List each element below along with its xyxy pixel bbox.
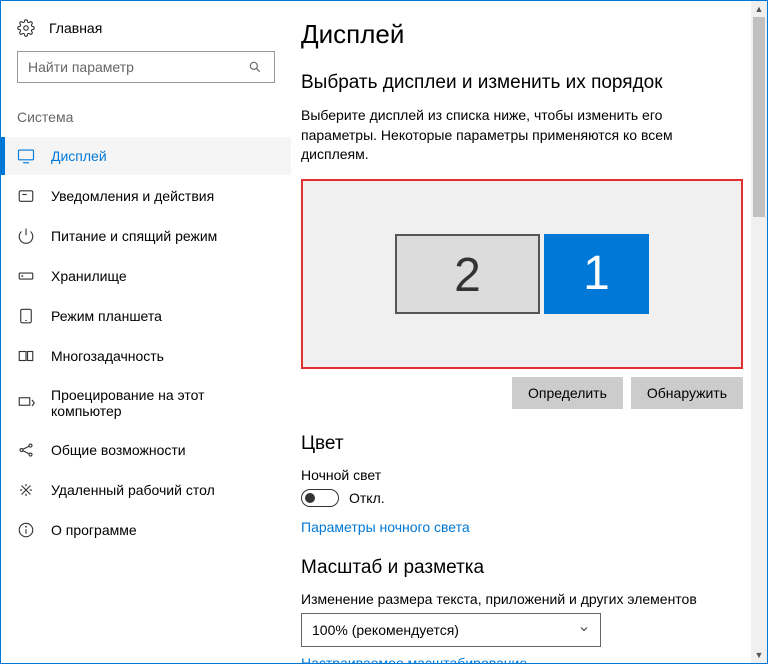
- sidebar: Главная Найти параметр Система Дисплей У…: [1, 1, 291, 663]
- sidebar-item-shared[interactable]: Общие возможности: [1, 431, 291, 469]
- scale-section-title: Масштаб и разметка: [301, 557, 743, 579]
- monitor-icon: [17, 147, 35, 165]
- display-tile-1[interactable]: 1: [544, 234, 649, 314]
- scroll-up-icon[interactable]: ▲: [751, 1, 767, 17]
- project-icon: [17, 394, 35, 412]
- sidebar-item-label: Проецирование на этот компьютер: [51, 387, 275, 419]
- notification-icon: [17, 187, 35, 205]
- scale-select-value: 100% (рекомендуется): [312, 622, 459, 638]
- display-tile-2[interactable]: 2: [395, 234, 540, 314]
- power-icon: [17, 227, 35, 245]
- section-arrange-title: Выбрать дисплеи и изменить их порядок: [301, 72, 743, 94]
- sidebar-item-label: Хранилище: [51, 268, 127, 284]
- scroll-thumb[interactable]: [753, 17, 765, 217]
- night-light-label: Ночной свет: [301, 467, 743, 483]
- sidebar-item-label: Уведомления и действия: [51, 188, 214, 204]
- scroll-down-icon[interactable]: ▼: [751, 647, 767, 663]
- main-content: Дисплей Выбрать дисплеи и изменить их по…: [291, 1, 767, 663]
- sidebar-item-label: Общие возможности: [51, 442, 186, 458]
- sidebar-item-label: Дисплей: [51, 148, 107, 164]
- page-title: Дисплей: [301, 19, 743, 50]
- sidebar-item-label: Удаленный рабочий стол: [51, 482, 215, 498]
- chevron-down-icon: [578, 622, 590, 638]
- sidebar-item-power[interactable]: Питание и спящий режим: [1, 217, 291, 255]
- night-light-settings-link[interactable]: Параметры ночного света: [301, 519, 470, 535]
- home-nav-item[interactable]: Главная: [1, 19, 291, 51]
- sidebar-item-projecting[interactable]: Проецирование на этот компьютер: [1, 377, 291, 429]
- section-arrange-description: Выберите дисплей из списка ниже, чтобы и…: [301, 106, 731, 165]
- scale-description: Изменение размера текста, приложений и д…: [301, 591, 743, 607]
- sidebar-item-label: О программе: [51, 522, 137, 538]
- sidebar-item-remote[interactable]: Удаленный рабочий стол: [1, 471, 291, 509]
- tablet-icon: [17, 307, 35, 325]
- gear-icon: [17, 19, 35, 37]
- scrollbar[interactable]: ▲ ▼: [751, 1, 767, 663]
- sidebar-item-multitasking[interactable]: Многозадачность: [1, 337, 291, 375]
- sidebar-item-display[interactable]: Дисплей: [1, 137, 291, 175]
- display-arrangement-panel[interactable]: 2 1: [301, 179, 743, 369]
- sidebar-item-notifications[interactable]: Уведомления и действия: [1, 177, 291, 215]
- search-input[interactable]: Найти параметр: [17, 51, 275, 83]
- sidebar-section-label: Система: [1, 109, 291, 137]
- custom-scaling-link[interactable]: Настраиваемое масштабирование: [301, 655, 527, 663]
- sidebar-item-label: Режим планшета: [51, 308, 162, 324]
- color-section-title: Цвет: [301, 433, 743, 455]
- night-light-toggle[interactable]: [301, 489, 339, 507]
- sidebar-item-label: Многозадачность: [51, 348, 164, 364]
- search-placeholder: Найти параметр: [28, 59, 134, 75]
- scale-select[interactable]: 100% (рекомендуется): [301, 613, 601, 647]
- sidebar-item-tablet[interactable]: Режим планшета: [1, 297, 291, 335]
- shared-icon: [17, 441, 35, 459]
- search-icon: [246, 58, 264, 76]
- storage-icon: [17, 267, 35, 285]
- info-icon: [17, 521, 35, 539]
- home-label: Главная: [49, 20, 102, 36]
- toggle-state-label: Откл.: [349, 490, 385, 506]
- detect-button[interactable]: Обнаружить: [631, 377, 743, 409]
- identify-button[interactable]: Определить: [512, 377, 623, 409]
- sidebar-item-storage[interactable]: Хранилище: [1, 257, 291, 295]
- multitasking-icon: [17, 347, 35, 365]
- sidebar-item-about[interactable]: О программе: [1, 511, 291, 549]
- remote-icon: [17, 481, 35, 499]
- sidebar-item-label: Питание и спящий режим: [51, 228, 217, 244]
